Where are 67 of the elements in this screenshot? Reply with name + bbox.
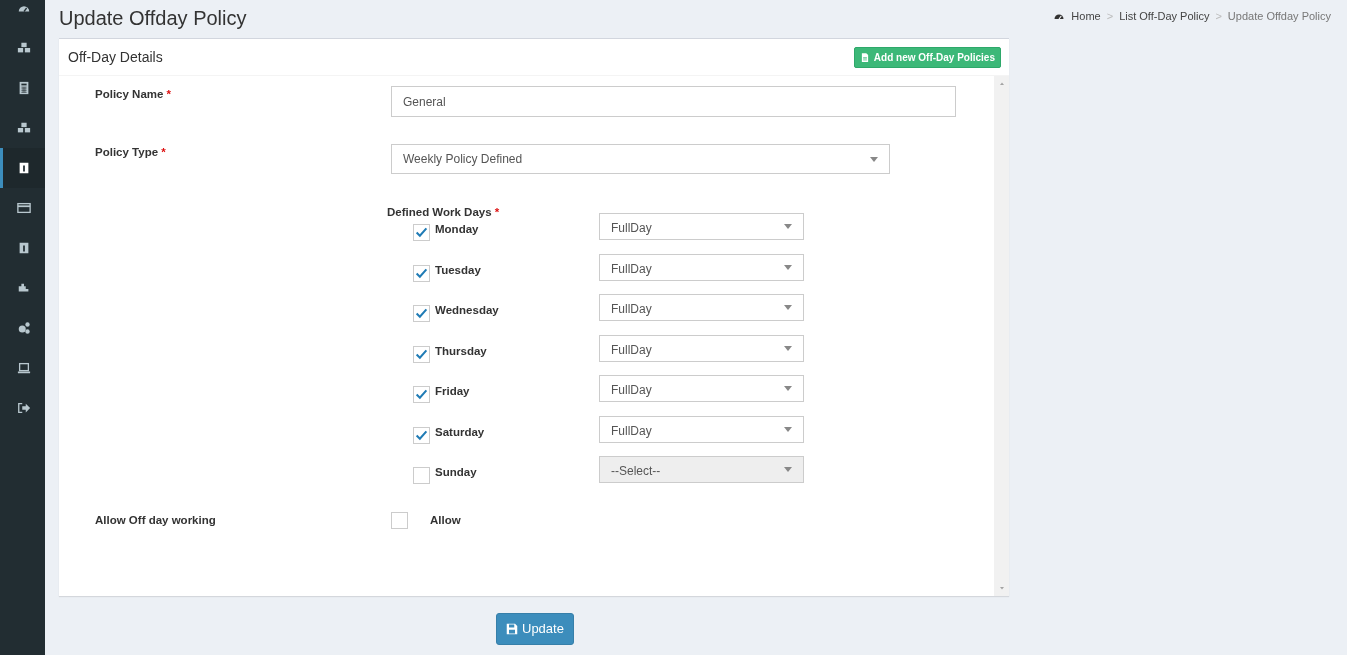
checkbox-label: Allow: [430, 512, 462, 528]
cubes-icon: [17, 121, 31, 135]
caret-icon: [784, 264, 792, 270]
caret-icon: [784, 426, 792, 432]
dropdown[interactable]: Weekly Policy Defined: [391, 144, 890, 174]
puzzle-icon: [17, 281, 31, 295]
check-icon: [415, 226, 428, 240]
breadcrumb-separator: >: [1215, 9, 1222, 24]
scrollbar[interactable]: [994, 76, 1009, 596]
id-badge-icon: [17, 161, 31, 175]
check-icon: [415, 388, 428, 402]
check-icon: [415, 266, 428, 280]
required-asterisk: *: [166, 88, 172, 100]
caret-icon: [784, 467, 792, 473]
caret-icon: [784, 345, 792, 351]
check-icon: [415, 428, 428, 442]
required-asterisk: *: [494, 206, 500, 218]
update-button[interactable]: Update: [496, 613, 574, 645]
caret-icon: [784, 224, 792, 230]
check-icon: [415, 347, 428, 361]
breadcrumb-separator: >: [1106, 9, 1114, 24]
caret-icon: [784, 386, 792, 392]
dropdown[interactable]: FullDay: [599, 213, 804, 241]
check-icon: [415, 307, 428, 321]
laptop-icon: [17, 361, 31, 375]
day-label: Tuesday: [435, 262, 482, 278]
calculator-icon: [17, 81, 31, 95]
page-title: Update Offday Policy: [59, 6, 247, 30]
breadcrumb-link[interactable]: List Off-Day Policy: [1119, 8, 1210, 25]
field-label: Allow Off day working: [95, 512, 217, 528]
caret-icon: [870, 156, 878, 162]
day-label: Thursday: [435, 343, 488, 359]
dropdown[interactable]: FullDay: [599, 375, 804, 403]
required-asterisk: *: [161, 146, 166, 158]
dropdown[interactable]: FullDay: [599, 294, 804, 322]
breadcrumb-current: Update Offday Policy: [1227, 9, 1331, 24]
field-label: Policy Name *: [95, 87, 173, 102]
dropdown[interactable]: FullDay: [599, 253, 804, 281]
checkbox[interactable]: [413, 305, 430, 323]
credit-card-icon: [17, 201, 31, 215]
day-label: Saturday: [435, 424, 486, 440]
day-label: Wednesday: [435, 303, 500, 319]
field-label: Defined Work Days *: [387, 205, 501, 220]
checkbox[interactable]: [413, 264, 430, 282]
sidebar-item[interactable]: [0, 148, 45, 188]
checkbox[interactable]: [413, 386, 430, 404]
card-title: Off-Day Details: [68, 47, 163, 67]
checkbox[interactable]: [391, 511, 408, 529]
day-label: Sunday: [435, 465, 478, 481]
checkbox[interactable]: [413, 426, 430, 444]
dropdown[interactable]: FullDay: [599, 334, 804, 362]
document-icon: [859, 51, 870, 63]
id-badge-icon: [17, 241, 31, 255]
up-arrow-icon: [997, 80, 1006, 88]
sign-out-icon: [17, 401, 31, 415]
checkbox[interactable]: [413, 345, 430, 363]
gears-icon: [17, 321, 31, 335]
cubes-icon: [17, 41, 31, 55]
day-label: Monday: [435, 222, 480, 238]
checkbox[interactable]: [413, 224, 430, 242]
down-arrow-icon: [997, 584, 1006, 592]
day-label: Friday: [435, 384, 471, 400]
dropdown[interactable]: FullDay: [599, 415, 804, 443]
breadcrumb-link[interactable]: Home: [1071, 8, 1101, 25]
text-field[interactable]: General: [391, 86, 956, 117]
field-label: Policy Type *: [95, 145, 167, 160]
caret-icon: [784, 305, 792, 311]
